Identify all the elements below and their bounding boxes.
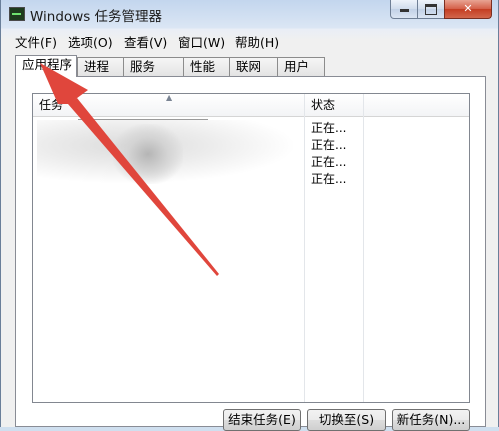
maximize-button[interactable] <box>417 0 445 19</box>
menu-file[interactable]: 文件(F) <box>13 32 59 51</box>
column-divider <box>363 94 364 402</box>
menu-view[interactable]: 查看(V) <box>122 32 169 51</box>
sort-up-icon: ▲ <box>166 93 173 102</box>
menu-bar: 文件(F) 选项(O) 查看(V) 窗口(W) 帮助(H) <box>7 29 493 51</box>
title-bar[interactable]: Windows 任务管理器 ✕ <box>1 0 499 28</box>
blurred-task-names <box>78 119 208 120</box>
task-list[interactable]: 任务 ▲ 状态 正在... 正在... 正在... 正在... <box>32 93 470 403</box>
window-title: Windows 任务管理器 <box>30 9 163 25</box>
blurred-task-names <box>113 124 183 184</box>
list-header: 任务 ▲ 状态 <box>33 94 469 117</box>
end-task-button[interactable]: 结束任务(E) <box>223 409 301 431</box>
task-status: 正在... <box>311 155 347 169</box>
task-status: 正在... <box>311 138 347 152</box>
tab-applications[interactable]: 应用程序 <box>15 55 77 77</box>
tab-performance[interactable]: 性能 <box>183 57 230 76</box>
column-divider <box>304 94 305 402</box>
maximize-icon <box>425 4 437 15</box>
task-manager-window: Windows 任务管理器 ✕ 文件(F) 选项(O) 查看(V) 窗口(W) … <box>0 0 499 431</box>
menu-window[interactable]: 窗口(W) <box>176 32 227 51</box>
new-task-button[interactable]: 新任务(N)... <box>392 409 470 431</box>
minimize-icon <box>399 9 409 12</box>
switch-to-button[interactable]: 切换至(S) <box>307 409 386 431</box>
tab-processes[interactable]: 进程 <box>77 57 124 76</box>
column-header-status[interactable]: 状态 <box>311 94 335 116</box>
menu-help[interactable]: 帮助(H) <box>233 32 281 51</box>
tab-networking[interactable]: 联网 <box>229 57 278 76</box>
tab-users[interactable]: 用户 <box>277 57 325 76</box>
menu-options[interactable]: 选项(O) <box>66 32 115 51</box>
tab-services[interactable]: 服务 <box>123 57 184 76</box>
task-status: 正在... <box>311 121 347 135</box>
close-button[interactable]: ✕ <box>444 0 492 19</box>
column-header-task[interactable]: 任务 <box>39 94 63 116</box>
close-icon: ✕ <box>463 2 473 15</box>
task-manager-app-icon <box>9 7 25 21</box>
task-status: 正在... <box>311 172 347 186</box>
minimize-button[interactable] <box>390 0 418 19</box>
tab-strip: 应用程序 进程 服务 性能 联网 用户 <box>15 55 495 77</box>
